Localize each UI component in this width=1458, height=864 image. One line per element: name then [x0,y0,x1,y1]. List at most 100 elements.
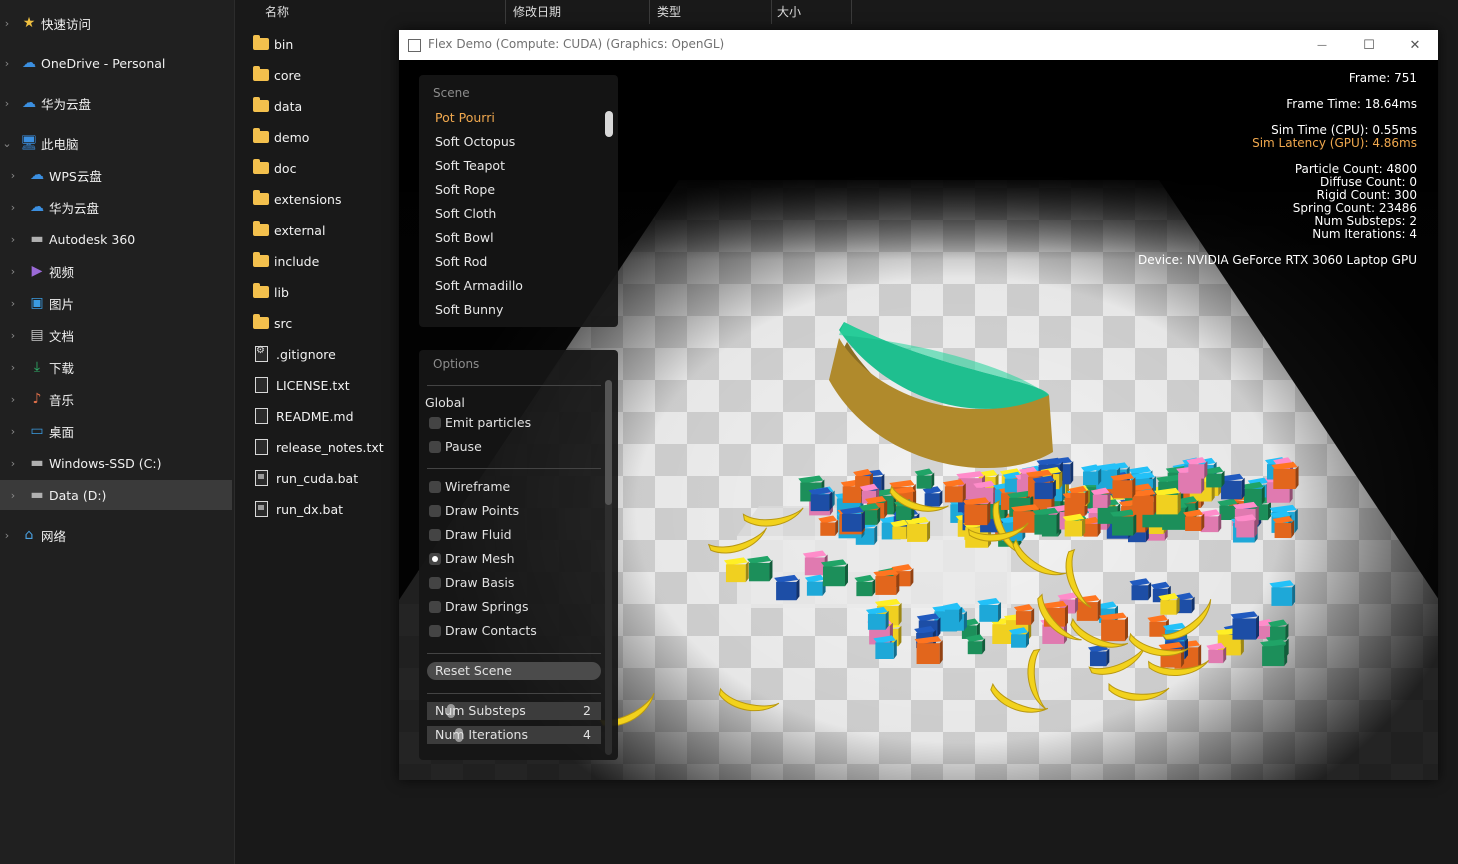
window-titlebar[interactable]: Flex Demo (Compute: CUDA) (Graphics: Ope… [399,30,1438,60]
scene-list-item[interactable]: Soft Octopus [435,134,515,149]
sidebar-item[interactable]: › ▭ 桌面 [0,416,232,446]
file-row[interactable]: include [253,248,319,274]
sidebar-item[interactable]: › ▶ 视频 [0,256,232,286]
sidebar-item[interactable]: › ☁ WPS云盘 [0,160,232,190]
draw-basis-checkbox[interactable]: Draw Basis [429,575,514,590]
num-substeps-slider[interactable]: Num Substeps 2 [427,702,601,720]
minimize-button[interactable]: — [1299,30,1345,60]
file-row[interactable]: doc [253,155,296,181]
scene-scrollbar[interactable] [605,111,613,137]
chevron-icon[interactable]: › [2,529,12,542]
sidebar-item-label: 下载 [49,360,75,376]
column-header-date[interactable]: 修改日期 [513,0,650,24]
scene-list-item[interactable]: Soft Bunny [435,302,503,317]
cube [914,468,935,489]
file-row[interactable]: release_notes.txt [253,434,384,460]
checkbox-box[interactable] [429,528,441,541]
folder-icon [253,97,269,112]
file-row[interactable]: README.md [253,403,354,429]
chevron-icon[interactable]: › [8,329,18,342]
file-row[interactable]: demo [253,124,309,150]
wireframe-checkbox[interactable]: Wireframe [429,479,510,494]
sidebar-item[interactable]: › ▬ Data (D:) [0,480,232,510]
file-row[interactable]: run_cuda.bat [253,465,358,491]
column-header-size[interactable]: 大小 [777,0,852,24]
file-name: core [274,67,302,83]
draw-springs-checkbox[interactable]: Draw Springs [429,599,528,614]
file-row[interactable]: .gitignore [253,341,336,367]
file-row[interactable]: bin [253,31,293,57]
chevron-icon[interactable]: › [8,169,18,182]
sidebar-item[interactable]: › ☁ OneDrive - Personal [0,48,232,78]
rigid-count-stat: Rigid Count: 300 [1316,188,1417,202]
chevron-icon[interactable]: › [8,201,18,214]
chevron-icon[interactable]: › [8,233,18,246]
file-row[interactable]: core [253,62,301,88]
folder-icon [253,128,269,143]
chevron-icon[interactable]: › [2,17,12,30]
chevron-icon[interactable]: › [8,457,18,470]
sidebar-item[interactable]: › ▣ 图片 [0,288,232,318]
scene-list-item[interactable]: Soft Rod [435,254,487,269]
pause-checkbox[interactable]: Pause [429,439,482,454]
sidebar-item[interactable]: › ⌂ 网络 [0,520,232,550]
maximize-button[interactable]: ☐ [1346,30,1392,60]
chevron-icon[interactable]: › [8,425,18,438]
draw-springs-label: Draw Springs [445,599,529,614]
scene-list-item[interactable]: Soft Armadillo [435,278,523,293]
cube [747,555,773,582]
cube [873,569,900,595]
checkbox-box[interactable] [429,416,441,429]
checkbox-box[interactable] [429,480,441,493]
checkbox-box-checked[interactable] [429,552,441,565]
checkbox-box[interactable] [429,440,441,453]
file-row[interactable]: run_dx.bat [253,496,343,522]
file-row[interactable]: src [253,310,292,336]
chevron-icon[interactable]: ⌄ [2,137,12,150]
chevron-icon[interactable]: › [2,57,12,70]
reset-scene-button[interactable]: Reset Scene [427,662,601,680]
chevron-icon[interactable]: › [8,361,18,374]
emit-particles-checkbox[interactable]: Emit particles [429,415,531,430]
draw-mesh-checkbox[interactable]: Draw Mesh [429,551,515,566]
sidebar-item[interactable]: › ☁ 华为云盘 [0,192,232,222]
app-icon [408,39,421,52]
sidebar-item[interactable]: › ★ 快速访问 [0,8,232,38]
close-button[interactable]: ✕ [1392,30,1438,60]
scene-list-item[interactable]: Pot Pourri [435,110,495,125]
scene-list-item[interactable]: Soft Teapot [435,158,505,173]
sidebar-item[interactable]: › ⤓ 下载 [0,352,232,382]
file-name: LICENSE.txt [276,377,350,393]
checkbox-box[interactable] [429,504,441,517]
num-substeps-label: Num Substeps [435,703,526,718]
chevron-icon[interactable]: › [8,393,18,406]
draw-points-checkbox[interactable]: Draw Points [429,503,519,518]
file-row[interactable]: data [253,93,302,119]
sidebar-item[interactable]: › ☁ 华为云盘 [0,88,232,118]
sidebar-item[interactable]: › ▬ Autodesk 360 [0,224,232,254]
sidebar-item[interactable]: › ♪ 音乐 [0,384,232,414]
draw-contacts-checkbox[interactable]: Draw Contacts [429,623,537,638]
scene-list-item[interactable]: Soft Rope [435,182,495,197]
sidebar-item[interactable]: › ▤ 文档 [0,320,232,350]
chevron-icon[interactable]: › [8,265,18,278]
file-row[interactable]: LICENSE.txt [253,372,350,398]
checkbox-box[interactable] [429,624,441,637]
chevron-icon[interactable]: › [8,297,18,310]
scene-panel-header: Scene [433,86,470,100]
checkbox-box[interactable] [429,600,441,613]
scene-list-item[interactable]: Soft Cloth [435,206,496,221]
file-row[interactable]: lib [253,279,289,305]
column-header-type[interactable]: 类型 [657,0,772,24]
draw-fluid-checkbox[interactable]: Draw Fluid [429,527,512,542]
num-iterations-slider[interactable]: Num Iterations 4 [427,726,601,744]
sidebar-item[interactable]: › ▬ Windows-SSD (C:) [0,448,232,478]
chevron-icon[interactable]: › [2,97,12,110]
chevron-icon[interactable]: › [8,489,18,502]
sidebar-item[interactable]: ⌄ 🖥 此电脑 [0,128,232,158]
checkbox-box[interactable] [429,576,441,589]
file-row[interactable]: external [253,217,325,243]
file-row[interactable]: extensions [253,186,341,212]
scene-list-item[interactable]: Soft Bowl [435,230,494,245]
options-scrollbar-thumb[interactable] [605,380,612,505]
